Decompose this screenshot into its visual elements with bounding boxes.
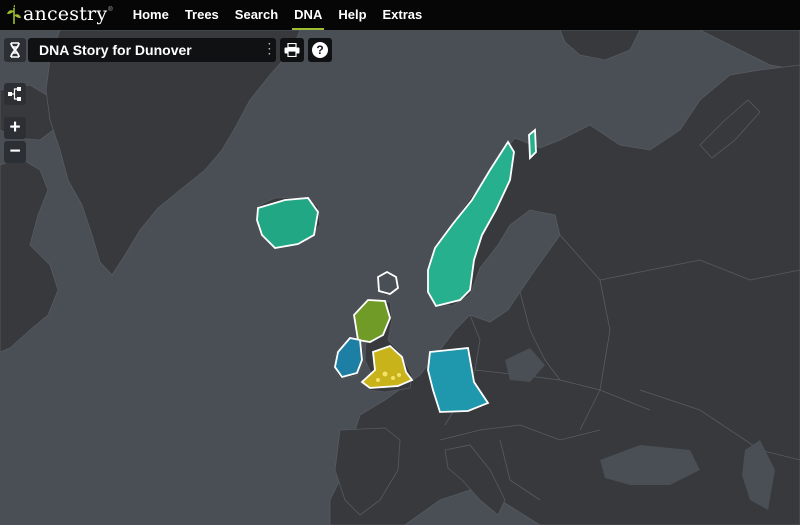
nav-item-home[interactable]: Home bbox=[125, 0, 177, 30]
printer-icon bbox=[284, 43, 300, 57]
nav-item-dna[interactable]: DNA bbox=[286, 0, 330, 30]
region-northern-norway[interactable] bbox=[528, 128, 537, 161]
brand-trademark: ® bbox=[108, 7, 113, 13]
highlight-dot bbox=[397, 373, 401, 377]
top-nav: ancestry ® Home Trees Search DNA Help Ex… bbox=[0, 0, 800, 30]
tree-view-button[interactable] bbox=[4, 83, 26, 105]
zoom-out-button[interactable]: − bbox=[4, 141, 26, 163]
help-button[interactable]: ? bbox=[308, 38, 332, 62]
nav-item-trees[interactable]: Trees bbox=[177, 0, 227, 30]
nav-item-extras[interactable]: Extras bbox=[375, 0, 431, 30]
zoom-in-button[interactable]: + bbox=[4, 117, 26, 139]
help-icon: ? bbox=[312, 42, 328, 58]
ethnicity-map[interactable] bbox=[0, 30, 800, 525]
nav-item-help[interactable]: Help bbox=[330, 0, 374, 30]
dna-helix-icon bbox=[10, 42, 20, 58]
highlight-dot bbox=[391, 376, 395, 380]
highlight-dot bbox=[376, 378, 380, 382]
leaf-logo-icon bbox=[7, 5, 21, 24]
print-button[interactable] bbox=[280, 38, 304, 62]
more-options-icon[interactable]: · · · bbox=[268, 40, 272, 60]
highlight-dot bbox=[382, 371, 388, 377]
story-toolbar: DNA Story for Dunover · · · ? bbox=[4, 38, 332, 62]
brand-name: ancestry bbox=[23, 3, 108, 25]
ancestry-logo[interactable]: ancestry ® bbox=[6, 0, 113, 30]
main-menu: Home Trees Search DNA Help Extras bbox=[125, 0, 431, 30]
nav-item-search[interactable]: Search bbox=[227, 0, 286, 30]
dna-menu-button[interactable] bbox=[4, 38, 26, 62]
story-title: DNA Story for Dunover · · · bbox=[28, 38, 276, 62]
family-tree-icon bbox=[8, 87, 21, 101]
story-title-text: DNA Story for Dunover bbox=[39, 42, 192, 58]
